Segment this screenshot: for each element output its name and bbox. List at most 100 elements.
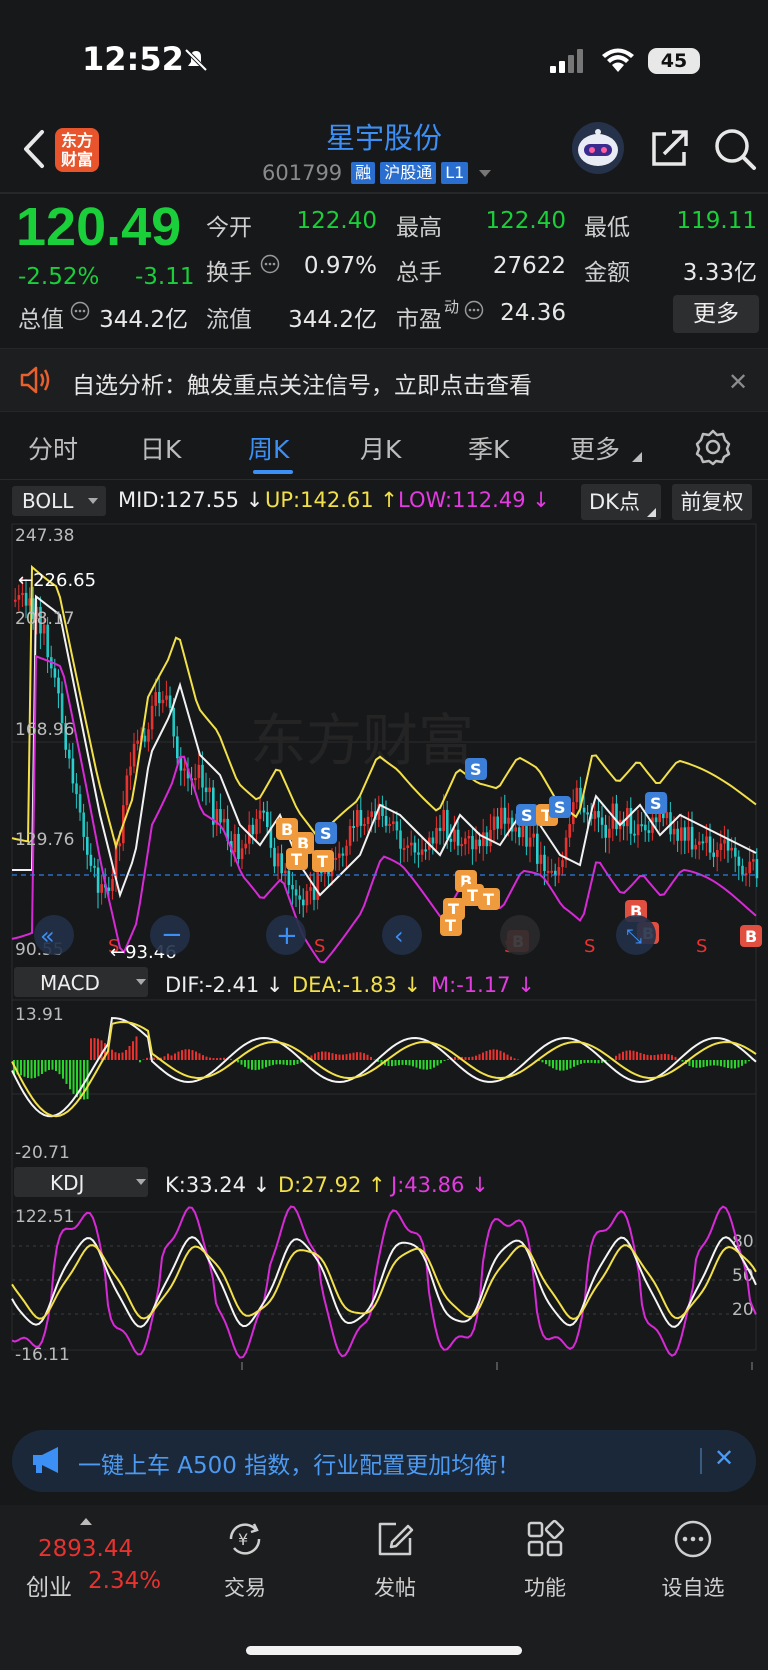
boll-indicator-select[interactable]: BOLL [12,486,106,516]
candle-body [276,853,280,867]
candle-body [496,816,499,829]
kdj-name: KDJ [50,1171,84,1195]
more-quote-button[interactable]: 更多 [673,295,759,333]
tab-quarterly[interactable]: 季K [468,430,509,466]
share-icon[interactable] [648,126,692,170]
speaker-icon [20,366,50,394]
candle-body [168,695,172,708]
kline-chart-area[interactable]: 东方财富 BBTTSSSTSSBTTTTBBBBSSSSS 247.38 208… [0,520,768,1378]
tab-more[interactable]: 更多 [570,430,620,466]
info-dots-icon[interactable] [70,301,90,321]
tab-monthly[interactable]: 月K [360,430,401,466]
candle-body [89,854,93,866]
boll-ylabel: 247.38 [15,526,74,546]
macd-dif-line [11,1016,757,1118]
candle-body [557,867,561,876]
gear-icon[interactable] [694,428,732,466]
tab-intraday[interactable]: 分时 [28,430,78,466]
stock-code-row[interactable]: 601799 融 沪股通 L1 [262,160,492,186]
sell-signal-label: S [584,936,595,957]
expand-up-icon[interactable] [80,1518,92,1525]
candle-body [161,699,165,704]
macd-dea: DEA:-1.83 ↓ [292,973,421,997]
search-icon[interactable] [712,126,758,172]
label-open: 今开 [206,215,252,241]
promo-banner-text[interactable]: 一键上车 A500 指数，行业配置更加均衡！ [78,1446,520,1480]
double-left-icon: « [40,922,55,950]
candle-body [417,852,420,855]
index-name[interactable]: 创业 [26,1568,72,1602]
candle-body [708,836,712,853]
candle-body [345,845,348,856]
boll-mid: MID:127.55 ↓ [118,488,264,512]
candle-body [204,787,208,793]
value-volume: 27622 [492,253,566,279]
candle-body [705,836,708,843]
tab-daily[interactable]: 日K [140,430,181,466]
sell-signal-label: S [314,936,325,957]
candle-body [46,624,49,658]
candle-body [474,839,478,850]
candle-body [712,852,715,857]
candle-body [305,890,309,906]
notice-text[interactable]: 自选分析：触发重点关注信号，立即点击查看 [72,366,532,400]
value-low: 119.11 [676,208,757,234]
boll-up: UP:142.61 ↑ [265,488,398,512]
candle-body [514,827,517,832]
candle-body [543,854,546,872]
nav-functions[interactable]: 功能 [500,1518,590,1602]
battery-indicator: 45 [648,48,700,74]
signal-badge-label: S [320,824,332,843]
macd-dif: DIF:-2.41 ↓ [165,973,284,997]
robot-assistant-icon[interactable] [570,120,626,176]
candle-body [71,758,75,784]
forward-adjust-button[interactable]: 前复权 [672,484,752,520]
candle-body [413,842,417,853]
candle-body [597,811,600,818]
candle-body [309,887,312,891]
candle-body [78,794,82,813]
change-percent: -2.52% [18,264,100,290]
index-change[interactable]: 2.34% [88,1568,161,1594]
candle-body [467,835,471,839]
label-turnover: 换手 [206,260,252,286]
value-turnover: 0.97% [303,253,377,279]
candle-body [194,778,197,781]
candle-body [75,783,78,795]
value-pe: 24.36 [500,300,566,326]
nav-post[interactable]: 发帖 [350,1518,440,1602]
tag-margin: 融 [351,162,376,184]
scroll-next-button[interactable] [500,915,540,955]
index-value[interactable]: 2893.44 [38,1536,133,1562]
divider [700,1448,702,1474]
label-total-cap: 总值 [18,307,64,333]
candle-body [17,595,21,600]
tab-weekly[interactable]: 周K [248,430,289,466]
banner-close-icon[interactable]: ✕ [714,1444,734,1472]
candle-body [82,812,85,837]
nav-add-watchlist[interactable]: 设自选 [648,1518,738,1602]
candle-body [582,807,586,813]
info-dots-icon[interactable] [464,300,484,320]
nav-trade[interactable]: ¥ 交易 [200,1518,290,1602]
candle-body [237,833,240,860]
macd-ylabel-min: -20.71 [15,1143,70,1163]
candle-body [147,729,150,742]
candle-body [359,810,363,826]
candle-body [489,830,492,847]
candle-body [410,842,413,846]
candle-body [132,743,136,767]
candle-body [752,859,755,862]
x-date-label: 20211105 [20,1376,122,1378]
candle-body [154,692,157,706]
candle-body [546,870,550,873]
candle-body [464,838,467,845]
info-dots-icon[interactable] [260,254,280,274]
candle-body [240,848,244,860]
svg-text:¥: ¥ [238,1530,248,1549]
signal-badge-label: T [445,916,456,935]
corner-caret-icon [632,452,642,462]
candle-body [586,812,589,815]
notice-close-icon[interactable]: ✕ [728,368,748,396]
mute-bell-icon [184,48,208,72]
